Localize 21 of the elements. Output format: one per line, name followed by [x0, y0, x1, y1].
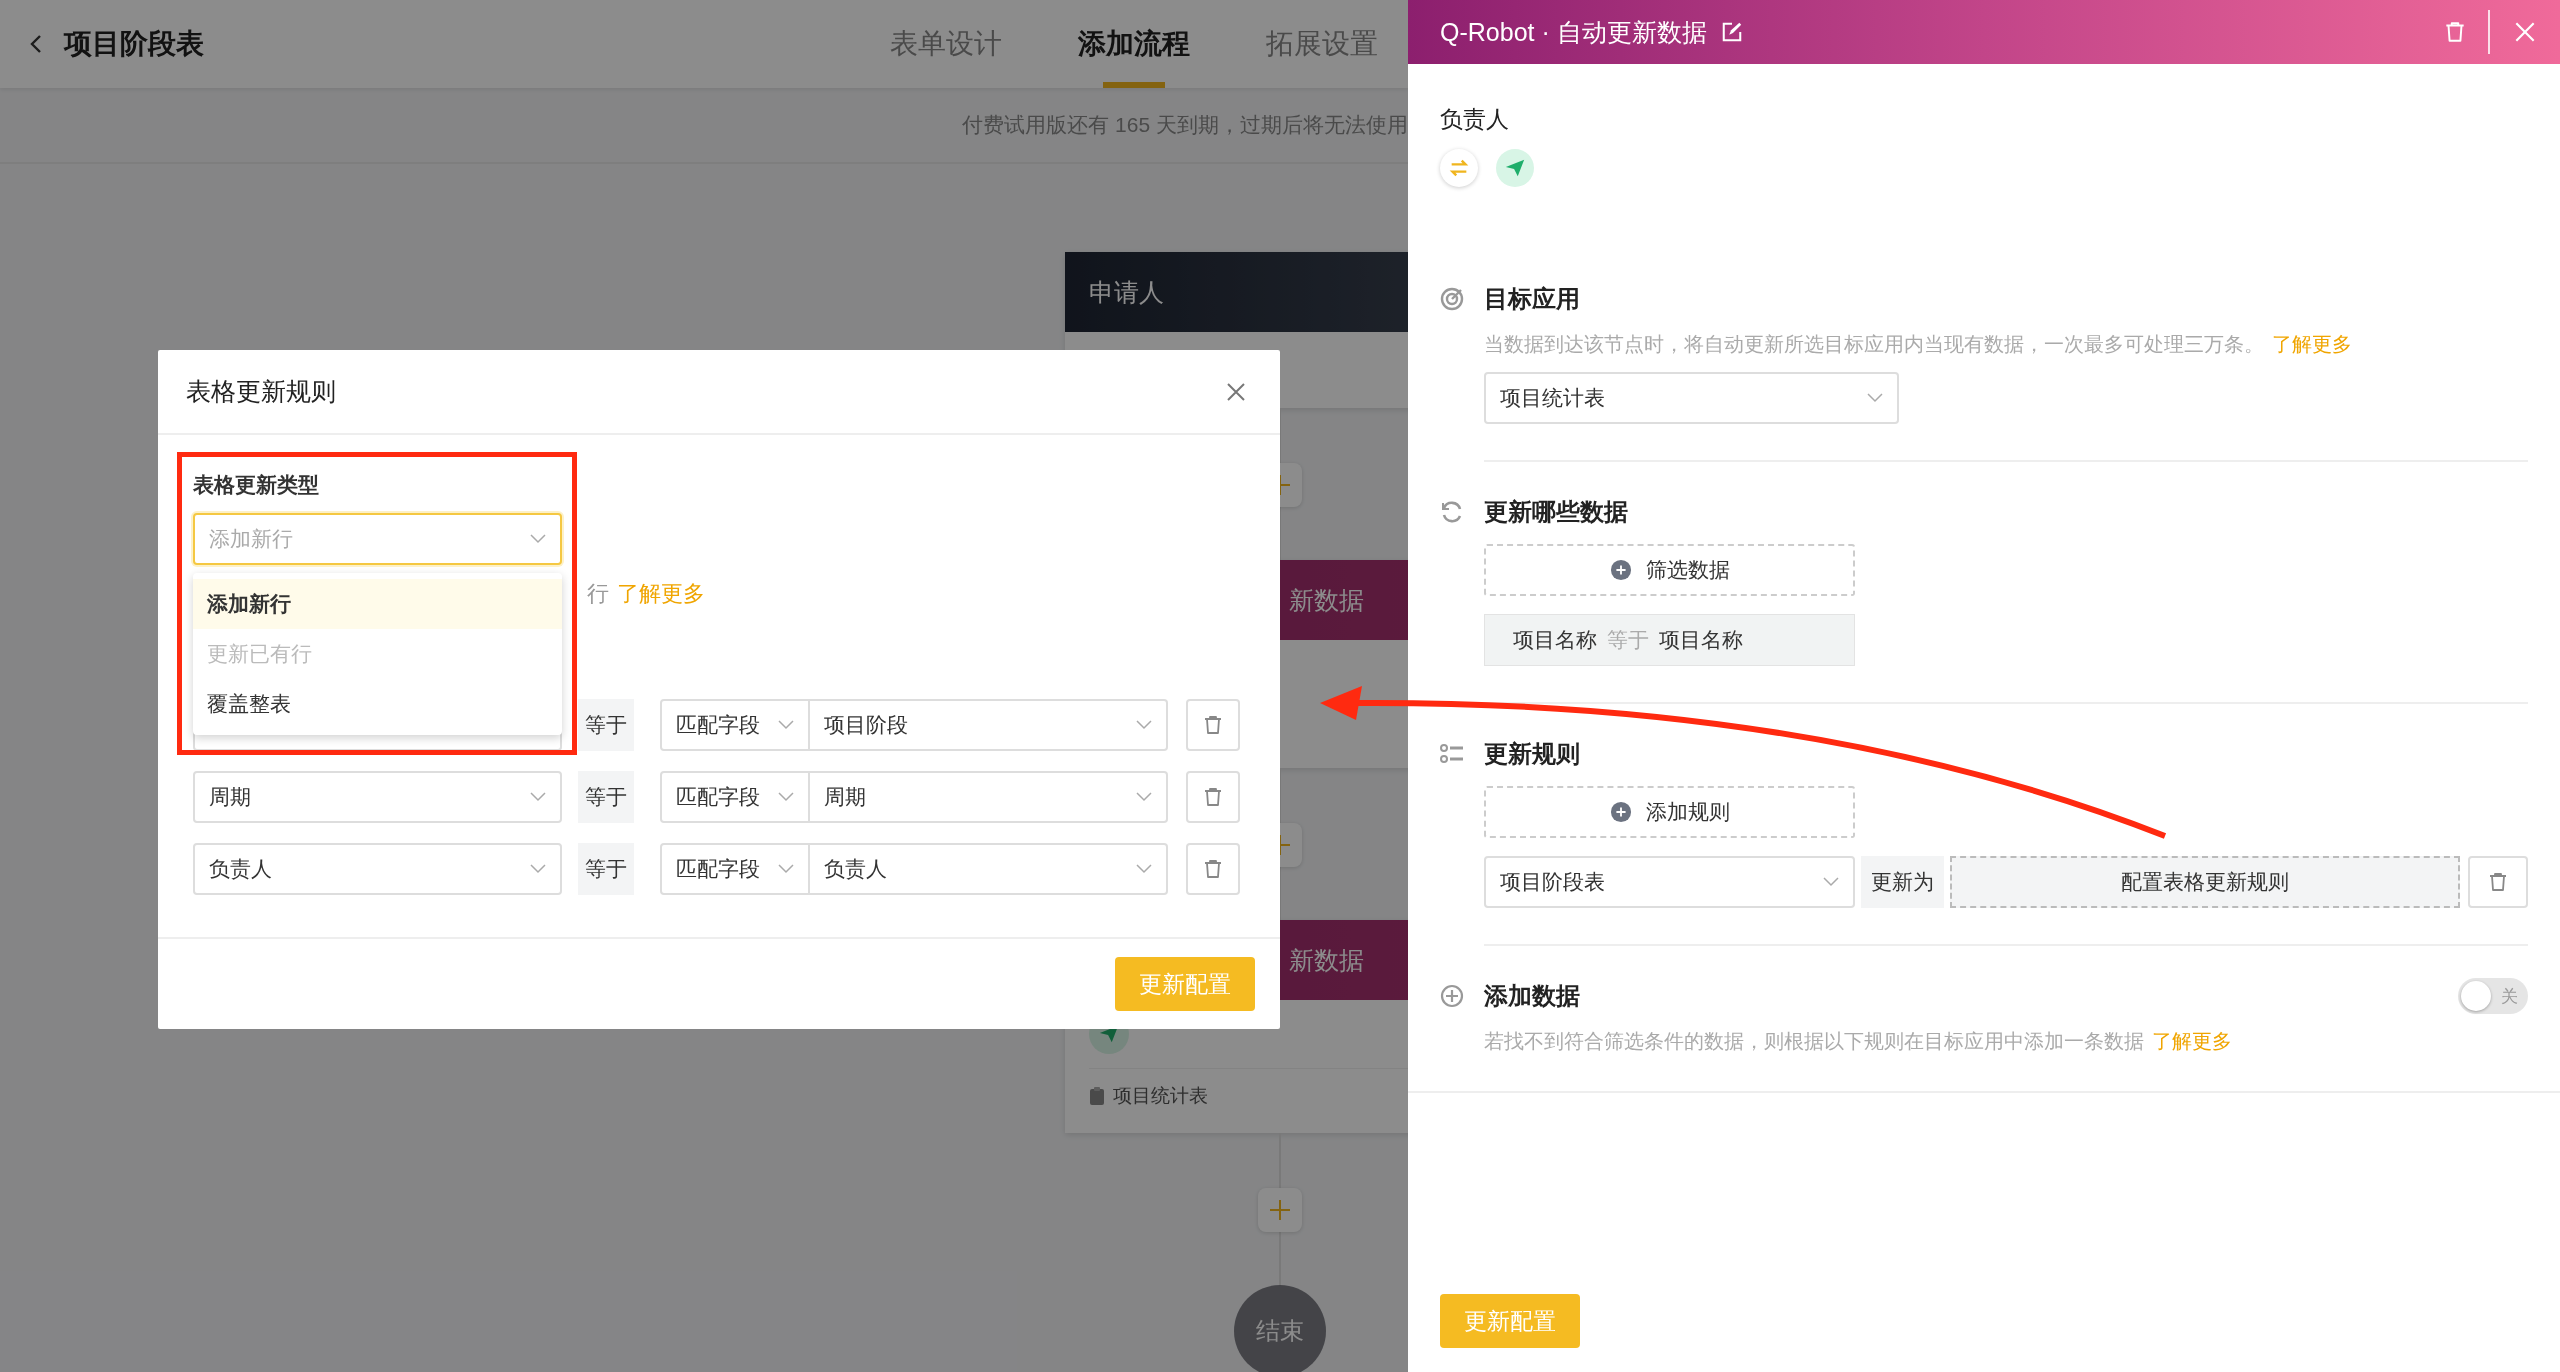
section-title: 更新规则	[1484, 739, 1580, 769]
assignee-label: 负责人	[1440, 105, 1510, 134]
section-description: 若找不到符合筛选条件的数据，则根据以下规则在目标应用中添加一条数据 了解更多	[1484, 1029, 2233, 1054]
operator-label: 等于	[578, 771, 634, 823]
operator-label: 等于	[578, 843, 634, 895]
section-title: 更新哪些数据	[1484, 497, 1628, 527]
type-description: 行	[587, 581, 609, 606]
panel-title: Q-Robot · 自动更新数据	[1440, 16, 1707, 48]
operator-label: 等于	[578, 699, 634, 751]
section-title: 目标应用	[1484, 284, 1580, 314]
target-app-label: 项目统计表	[1113, 1084, 1208, 1108]
section-description: 当数据到达该节点时，将自动更新所选目标应用内当现有数据，一次最多可处理三万条。 了解更多	[1484, 332, 2353, 357]
field-label: 表格更新类型	[193, 472, 320, 498]
node-header: 申请人	[1065, 252, 1408, 332]
filter-condition: 项目名称 等于 项目名称	[1484, 614, 1855, 666]
end-node: 结束	[1234, 1285, 1326, 1372]
page-title: 项目阶段表	[64, 27, 204, 61]
dialog-title: 表格更新规则	[186, 376, 336, 407]
section-title: 添加数据	[1484, 981, 1580, 1011]
action-label: 更新为	[1861, 856, 1944, 908]
trial-notice: 付费试用版还有 165 天到期，过期后将无法使用	[962, 112, 1408, 138]
